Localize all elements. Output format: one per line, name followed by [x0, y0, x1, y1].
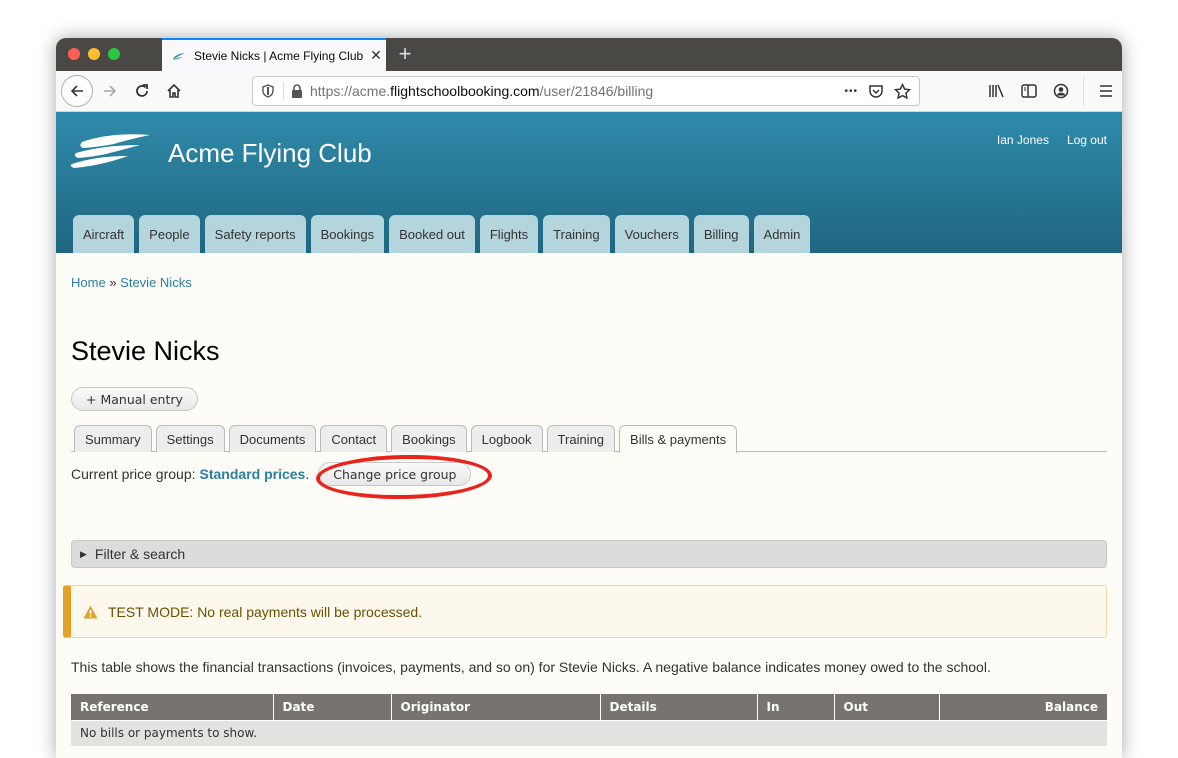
nav-tab-people[interactable]: People: [139, 215, 200, 253]
column-in[interactable]: In: [757, 694, 835, 720]
page-content: Acme Flying Club Ian Jones Log out Aircr…: [56, 112, 1122, 758]
close-window-button[interactable]: [68, 48, 80, 60]
hamburger-menu-icon[interactable]: [1090, 85, 1122, 97]
highlight-annotation-circle: [315, 453, 493, 501]
address-bar[interactable]: https://acme.flightschoolbooking.com/use…: [252, 76, 920, 106]
browser-window: Stevie Nicks | Acme Flying Club ✕ + http…: [56, 38, 1122, 758]
nav-bar: https://acme.flightschoolbooking.com/use…: [56, 71, 1122, 112]
pocket-icon[interactable]: [868, 83, 884, 99]
forward-button[interactable]: [96, 77, 124, 105]
breadcrumb-current[interactable]: Stevie Nicks: [120, 275, 192, 290]
reload-icon: [136, 84, 148, 97]
account-icon[interactable]: [1045, 83, 1077, 99]
browser-tab[interactable]: Stevie Nicks | Acme Flying Club ✕: [162, 38, 386, 71]
column-date[interactable]: Date: [273, 694, 392, 720]
tracking-protection-icon[interactable]: [253, 84, 283, 98]
lock-icon[interactable]: [284, 84, 310, 98]
table-description: This table shows the financial transacti…: [71, 659, 991, 675]
test-mode-alert: TEST MODE: No real payments will be proc…: [63, 585, 1107, 638]
zoom-window-button[interactable]: [108, 48, 120, 60]
arrow-right-icon: [104, 85, 117, 97]
bookmark-star-icon[interactable]: [894, 82, 911, 100]
tab-bills-payments[interactable]: Bills & payments: [619, 425, 738, 453]
library-icon[interactable]: [981, 83, 1013, 99]
column-out[interactable]: Out: [834, 694, 940, 720]
price-group-link[interactable]: Standard prices: [200, 466, 306, 482]
more-actions-icon[interactable]: •••: [844, 86, 858, 97]
nav-tab-vouchers[interactable]: Vouchers: [614, 215, 689, 253]
tab-summary[interactable]: Summary: [74, 425, 152, 452]
home-icon: [167, 83, 181, 98]
table-header-row: Reference Date Originator Details In Out…: [71, 694, 1107, 720]
favicon-icon: [173, 52, 185, 60]
minimize-window-button[interactable]: [88, 48, 100, 60]
nav-tab-booked-out[interactable]: Booked out: [389, 215, 475, 253]
user-tabs: Summary Settings Documents Contact Booki…: [71, 425, 1107, 453]
breadcrumb: Home » Stevie Nicks: [71, 275, 192, 290]
price-group-period: .: [305, 466, 310, 482]
table-row: No bills or payments to show.: [71, 719, 1107, 746]
column-details[interactable]: Details: [600, 694, 758, 720]
page-title: Stevie Nicks: [71, 336, 220, 366]
tab-bookings[interactable]: Bookings: [391, 425, 467, 452]
tab-documents[interactable]: Documents: [228, 425, 317, 452]
nav-tab-billing[interactable]: Billing: [693, 215, 749, 253]
nav-tab-admin[interactable]: Admin: [753, 215, 811, 253]
column-originator[interactable]: Originator: [391, 694, 601, 720]
breadcrumb-separator: »: [109, 275, 117, 290]
warning-icon: [83, 605, 98, 619]
title-bar: Stevie Nicks | Acme Flying Club ✕ +: [56, 38, 1122, 71]
nav-tab-training[interactable]: Training: [543, 215, 610, 253]
price-group-label: Current price group:: [71, 466, 196, 482]
alert-text: TEST MODE: No real payments will be proc…: [108, 603, 423, 620]
tab-logbook[interactable]: Logbook: [470, 425, 543, 452]
site-header: Acme Flying Club Ian Jones Log out Aircr…: [56, 112, 1122, 253]
arrow-left-icon: [70, 85, 83, 97]
new-tab-button[interactable]: +: [392, 41, 418, 67]
site-logo-icon[interactable]: [70, 132, 152, 168]
reload-button[interactable]: [128, 77, 156, 105]
transactions-table: Reference Date Originator Details In Out…: [71, 694, 1107, 746]
nav-tab-aircraft[interactable]: Aircraft: [73, 215, 135, 253]
url-text[interactable]: https://acme.flightschoolbooking.com/use…: [310, 83, 844, 99]
tab-contact[interactable]: Contact: [320, 425, 388, 452]
close-tab-icon[interactable]: ✕: [366, 47, 386, 64]
back-button[interactable]: [61, 75, 93, 107]
manual-entry-button[interactable]: + Manual entry: [71, 387, 198, 411]
logout-link[interactable]: Log out: [1067, 133, 1107, 147]
url-host: flightschoolbooking.com: [390, 83, 540, 99]
column-balance[interactable]: Balance: [939, 694, 1107, 720]
filter-search-toggle[interactable]: ▶ Filter & search: [71, 540, 1107, 568]
url-path: /user/21846/billing: [539, 83, 654, 99]
home-button[interactable]: [160, 77, 188, 105]
triangle-right-icon: ▶: [80, 548, 87, 559]
nav-tab-flights[interactable]: Flights: [479, 215, 539, 253]
nav-tab-safety-reports[interactable]: Safety reports: [204, 215, 306, 253]
sidebar-icon[interactable]: [1013, 84, 1045, 98]
tab-settings[interactable]: Settings: [155, 425, 225, 452]
tab-title: Stevie Nicks | Acme Flying Club: [194, 48, 364, 63]
nav-tab-bookings[interactable]: Bookings: [310, 215, 385, 253]
column-reference[interactable]: Reference: [71, 694, 274, 720]
breadcrumb-home[interactable]: Home: [71, 275, 106, 290]
filter-search-label: Filter & search: [94, 546, 186, 562]
user-name-link[interactable]: Ian Jones: [997, 133, 1049, 147]
primary-nav: Aircraft People Safety reports Bookings …: [73, 215, 811, 253]
toolbar-separator: [1083, 76, 1084, 106]
empty-table-message: No bills or payments to show.: [71, 719, 1107, 746]
tab-training[interactable]: Training: [546, 425, 616, 452]
site-name[interactable]: Acme Flying Club: [168, 138, 372, 169]
url-prefix: https://acme.: [310, 83, 391, 99]
